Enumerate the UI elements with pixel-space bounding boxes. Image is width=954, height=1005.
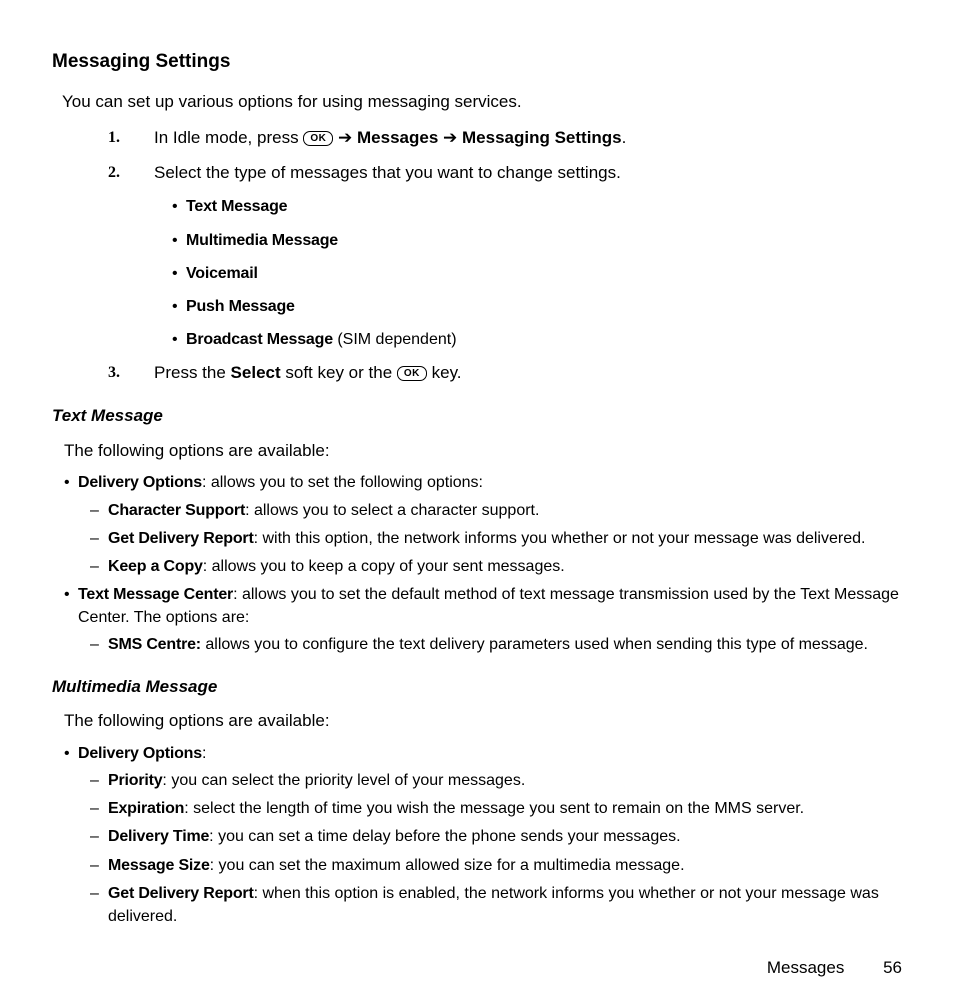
option-delivery-options: Delivery Options: allows you to set the … xyxy=(64,471,902,578)
page-heading: Messaging Settings xyxy=(52,48,902,76)
nav-messaging-settings: Messaging Settings xyxy=(462,128,622,147)
tail: : select the length of time you wish the… xyxy=(184,800,804,817)
step-3: 3. Press the Select soft key or the OK k… xyxy=(108,361,902,386)
step-end: key. xyxy=(432,363,462,382)
nav-messages: Messages xyxy=(357,128,438,147)
page-footer: Messages 56 xyxy=(52,956,902,981)
ok-key-icon: OK xyxy=(397,366,427,381)
option-delivery-options-mm: Delivery Options: Priority: you can sele… xyxy=(64,742,902,928)
tail: allows you to configure the text deliver… xyxy=(201,636,868,653)
tail: : you can select the priority level of y… xyxy=(162,772,525,789)
step-text: Select the type of messages that you wan… xyxy=(154,163,621,182)
ok-key-icon: OK xyxy=(303,131,333,146)
label: Delivery Time xyxy=(108,828,209,845)
subopt-get-delivery-report: Get Delivery Report: when this option is… xyxy=(90,882,902,928)
message-type-list: Text Message Multimedia Message Voicemai… xyxy=(172,195,902,351)
step-2: 2. Select the type of messages that you … xyxy=(108,161,902,352)
tail: : allows you to set the following option… xyxy=(202,474,483,491)
subopt-sms-centre: SMS Centre: allows you to configure the … xyxy=(90,633,902,656)
label: Delivery Options xyxy=(78,474,202,491)
text-message-options: Delivery Options: allows you to set the … xyxy=(64,471,902,656)
list-item: Text Message xyxy=(172,195,902,218)
footer-section: Messages xyxy=(767,958,844,977)
tmc-suboptions: SMS Centre: allows you to configure the … xyxy=(90,633,902,656)
item-note: (SIM dependent) xyxy=(333,331,457,348)
item-push-message: Push Message xyxy=(186,298,295,315)
select-softkey: Select xyxy=(231,363,281,382)
subopt-keep-a-copy: Keep a Copy: allows you to keep a copy o… xyxy=(90,555,902,578)
step-end: . xyxy=(622,128,627,147)
label: Character Support xyxy=(108,502,245,519)
list-item: Voicemail xyxy=(172,262,902,285)
tail: : allows you to select a character suppo… xyxy=(245,502,539,519)
label: Keep a Copy xyxy=(108,558,203,575)
label: Delivery Options xyxy=(78,745,202,762)
step-text-mid: soft key or the xyxy=(285,363,397,382)
mm-delivery-suboptions: Priority: you can select the priority le… xyxy=(90,769,902,928)
tail: : allows you to keep a copy of your sent… xyxy=(203,558,565,575)
tail: : you can set a time delay before the ph… xyxy=(209,828,680,845)
subheading-multimedia-message: Multimedia Message xyxy=(52,675,902,700)
step-number: 2. xyxy=(108,161,120,184)
subheading-text-message: Text Message xyxy=(52,404,902,429)
step-number: 3. xyxy=(108,361,120,384)
subopt-expiration: Expiration: select the length of time yo… xyxy=(90,797,902,820)
item-voicemail: Voicemail xyxy=(186,265,258,282)
arrow-icon: ➔ xyxy=(443,128,462,147)
step-number: 1. xyxy=(108,126,120,149)
tail: : you can set the maximum allowed size f… xyxy=(210,857,685,874)
label: Get Delivery Report xyxy=(108,885,254,902)
arrow-icon: ➔ xyxy=(338,128,357,147)
multimedia-intro: The following options are available: xyxy=(64,709,902,734)
item-multimedia-message: Multimedia Message xyxy=(186,232,338,249)
subopt-delivery-time: Delivery Time: you can set a time delay … xyxy=(90,825,902,848)
page-number: 56 xyxy=(883,956,902,981)
text-message-intro: The following options are available: xyxy=(64,439,902,464)
multimedia-options: Delivery Options: Priority: you can sele… xyxy=(64,742,902,928)
tail: : with this option, the network informs … xyxy=(254,530,866,547)
label: Get Delivery Report xyxy=(108,530,254,547)
subopt-message-size: Message Size: you can set the maximum al… xyxy=(90,854,902,877)
label: Expiration xyxy=(108,800,184,817)
subopt-character-support: Character Support: allows you to select … xyxy=(90,499,902,522)
tail: : xyxy=(202,745,206,762)
steps-list: 1. In Idle mode, press OK ➔ Messages ➔ M… xyxy=(108,126,902,386)
step-1: 1. In Idle mode, press OK ➔ Messages ➔ M… xyxy=(108,126,902,151)
subopt-get-delivery-report: Get Delivery Report: with this option, t… xyxy=(90,527,902,550)
option-text-message-center: Text Message Center: allows you to set t… xyxy=(64,583,902,657)
item-broadcast-message: Broadcast Message xyxy=(186,331,333,348)
intro-text: You can set up various options for using… xyxy=(62,90,902,115)
subopt-priority: Priority: you can select the priority le… xyxy=(90,769,902,792)
list-item: Push Message xyxy=(172,295,902,318)
label: Message Size xyxy=(108,857,210,874)
label: Priority xyxy=(108,772,162,789)
step-text-pre: Press the xyxy=(154,363,231,382)
delivery-suboptions: Character Support: allows you to select … xyxy=(90,499,902,579)
step-text-pre: In Idle mode, press xyxy=(154,128,303,147)
list-item: Broadcast Message (SIM dependent) xyxy=(172,328,902,351)
list-item: Multimedia Message xyxy=(172,229,902,252)
label: SMS Centre: xyxy=(108,636,201,653)
label: Text Message Center xyxy=(78,586,233,603)
item-text-message: Text Message xyxy=(186,198,287,215)
